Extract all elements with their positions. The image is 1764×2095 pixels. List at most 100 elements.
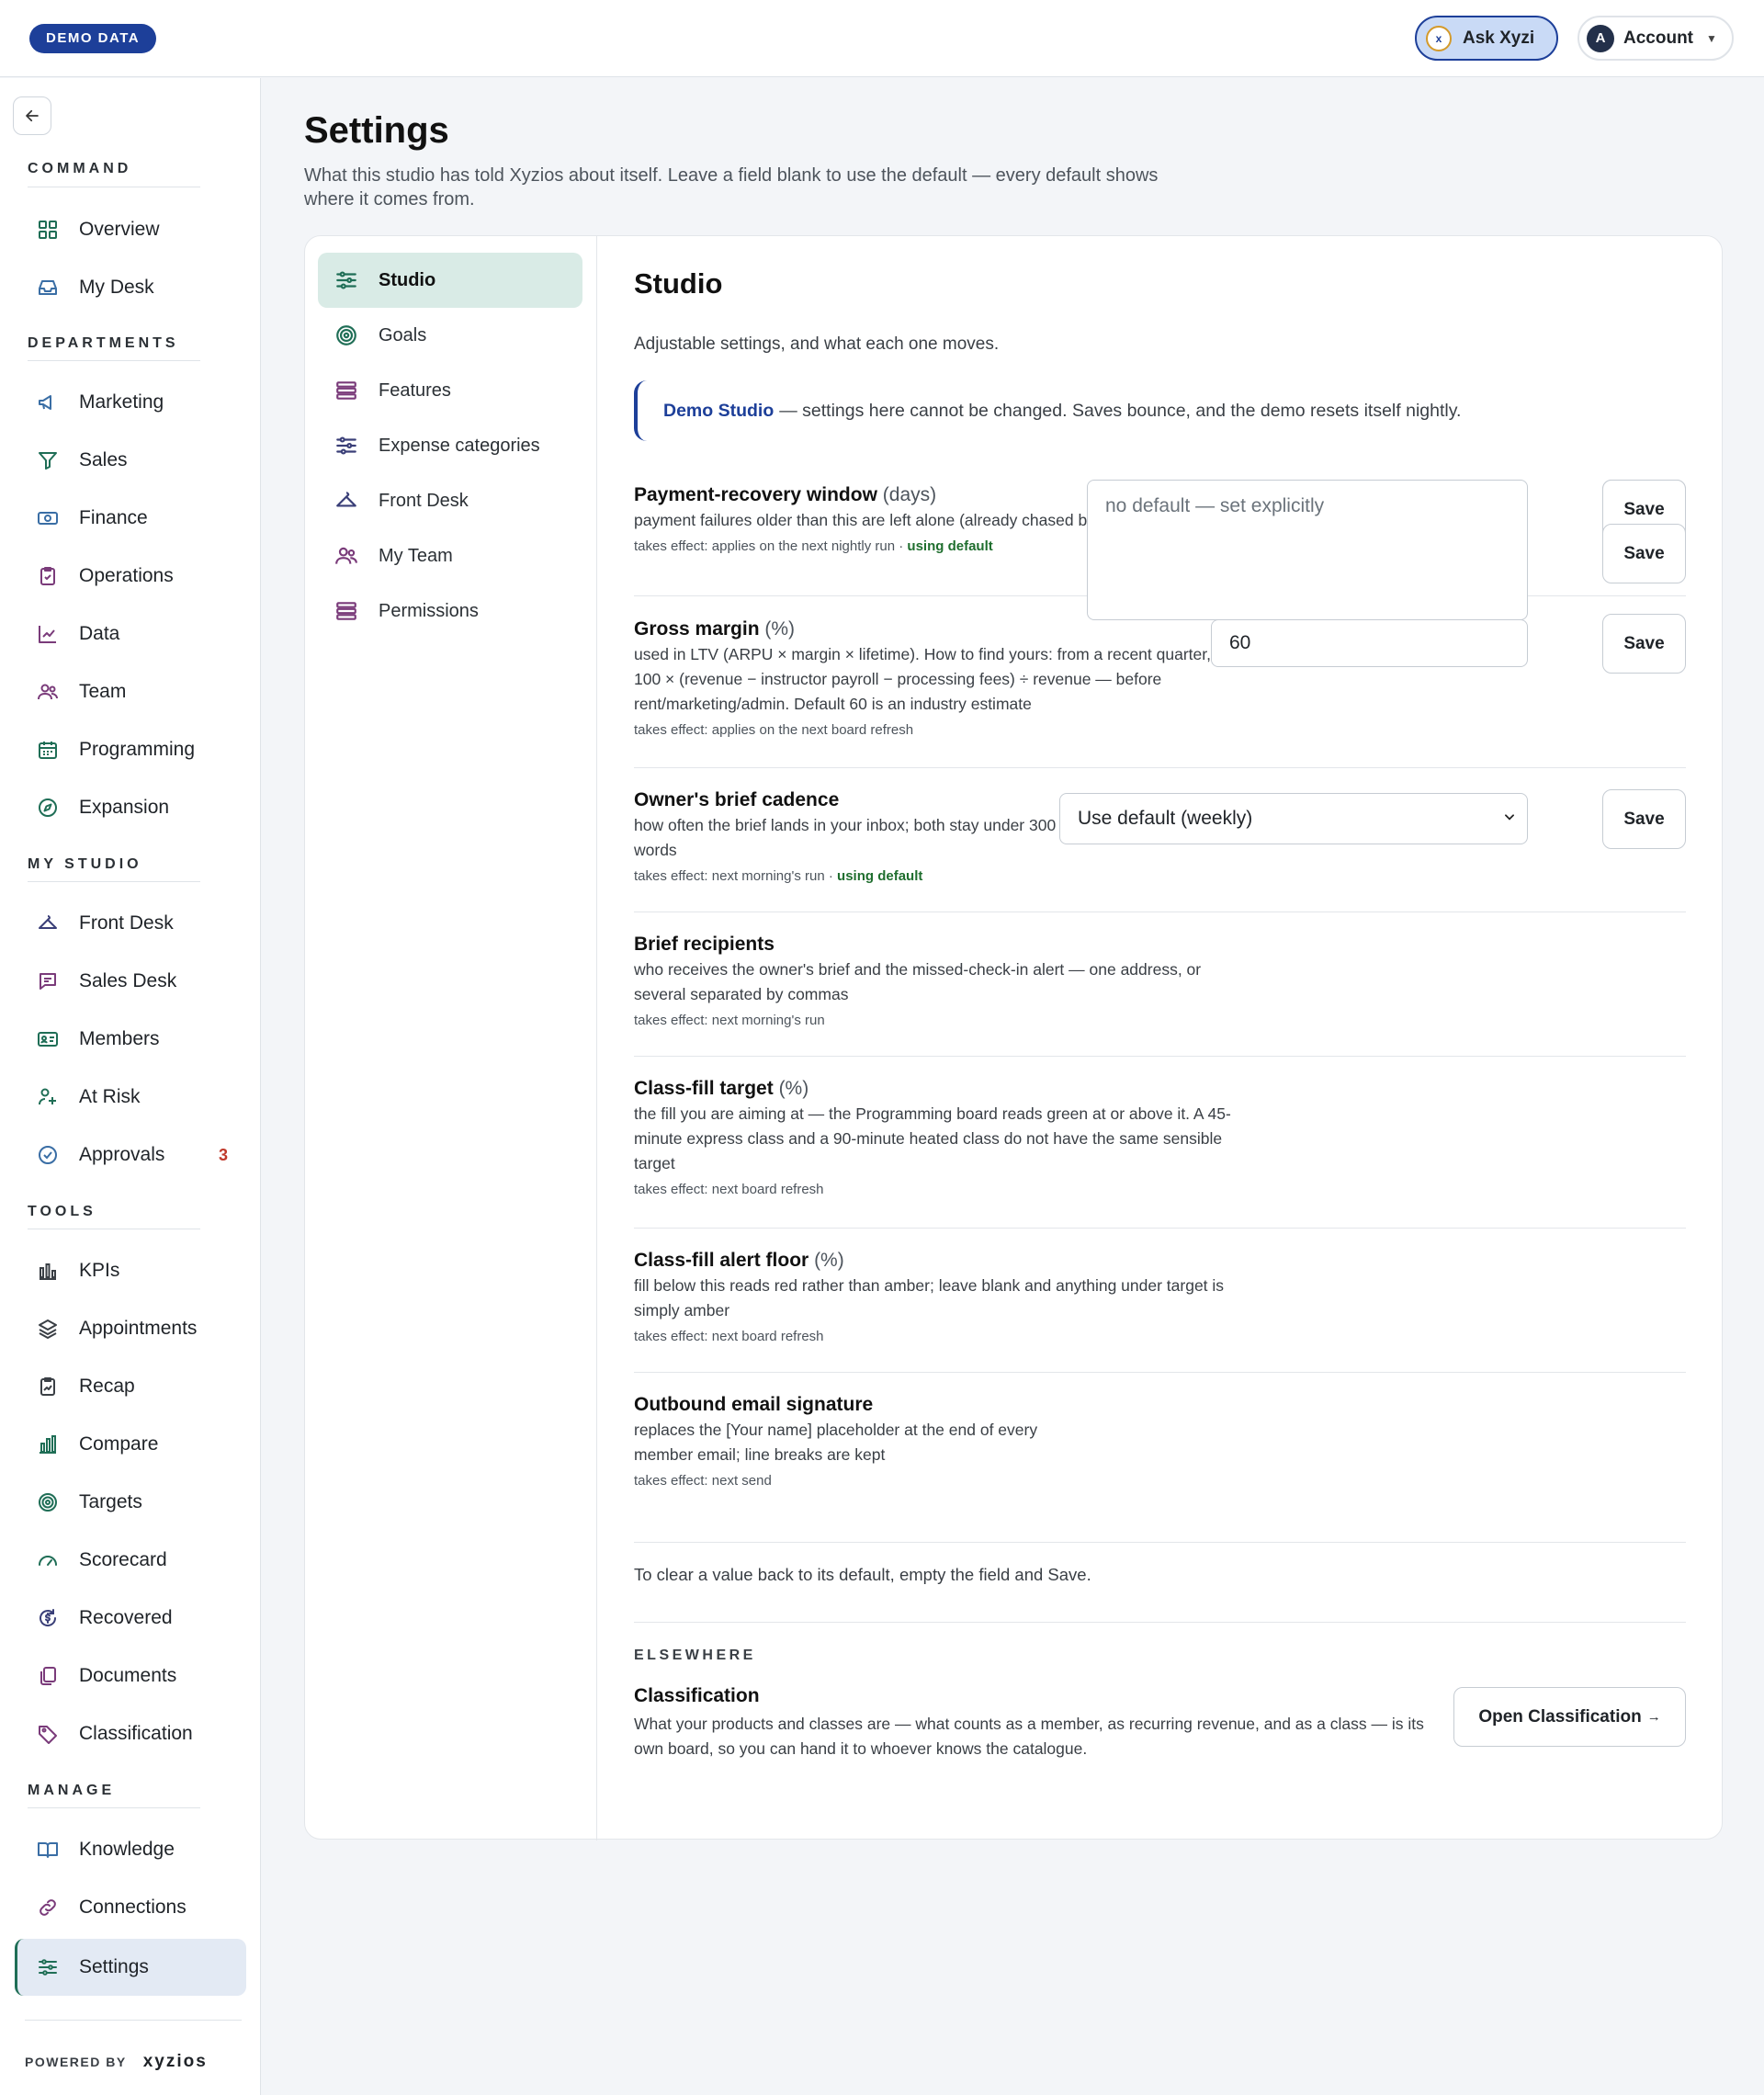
save-button[interactable]: Save [1602, 789, 1686, 849]
target-icon [336, 325, 356, 345]
section-command: COMMAND [28, 161, 132, 176]
save-button[interactable]: Save [1602, 614, 1686, 674]
subnav-expense-categories[interactable]: Expense categories [318, 418, 582, 473]
setting-row-class-fill-target: Class-fill target (%) the fill you are a… [634, 481, 1686, 1229]
sidebar-item-kpis[interactable]: KPIs [15, 1244, 246, 1297]
sidebar-item-label: Programming [79, 739, 196, 760]
sidebar-item-label: Connections [79, 1897, 187, 1918]
setting-label: Owner's brief cadence [634, 789, 840, 810]
brief-cadence-select[interactable]: Use default (weekly) [1059, 793, 1528, 844]
sidebar-item-label: Scorecard [79, 1549, 167, 1570]
subnav-front-desk[interactable]: Front Desk [318, 473, 582, 528]
section-rule [28, 360, 200, 361]
save-button[interactable]: Save [1602, 524, 1686, 583]
sidebar-item-settings[interactable]: Settings [15, 1939, 246, 1996]
sidebar-item-label: Front Desk [79, 912, 174, 934]
sidebar-item-classification[interactable]: Classification [15, 1707, 246, 1761]
subnav-goals[interactable]: Goals [318, 308, 582, 363]
open-classification-button[interactable]: Open Classification → [1453, 1687, 1686, 1747]
setting-row-brief-recipients: Brief recipients who receives the owner'… [634, 480, 1686, 1057]
sidebar-item-sales[interactable]: Sales [15, 434, 246, 487]
section-rule [28, 1807, 200, 1808]
sidebar-item-label: Finance [79, 507, 148, 528]
subnav-label: Goals [379, 324, 427, 345]
sidebar-item-label: Appointments [79, 1318, 198, 1339]
sidebar-item-label: At Risk [79, 1086, 141, 1107]
sidebar-item-programming[interactable]: Programming [15, 723, 246, 776]
collapse-sidebar-button[interactable] [13, 96, 51, 135]
funnel-icon [39, 452, 57, 470]
page-title: Settings [304, 110, 449, 151]
sidebar-item-approvals[interactable]: Approvals 3 [15, 1128, 246, 1182]
setting-description: replaces the [Your name] placeholder at … [634, 1421, 1038, 1464]
setting-description: the fill you are aiming at — the Program… [634, 1104, 1231, 1172]
setting-row-brief-cadence: Owner's brief cadence how often the brie… [634, 768, 1686, 912]
ask-xyzi-button[interactable]: x Ask Xyzi [1415, 16, 1558, 61]
subnav-label: Studio [379, 269, 436, 290]
compass-icon [39, 798, 57, 817]
divider [634, 1622, 1686, 1623]
sidebar-item-label: Sales Desk [79, 970, 177, 991]
sidebar-item-finance[interactable]: Finance [15, 492, 246, 545]
elsewhere-label: ELSEWHERE [634, 1648, 756, 1663]
setting-label: Gross margin (%) [634, 618, 796, 640]
sidebar-item-data[interactable]: Data [15, 607, 246, 661]
sidebar-item-at-risk[interactable]: At Risk [15, 1070, 246, 1124]
subnav-my-team[interactable]: My Team [318, 528, 582, 583]
setting-effect: takes effect: applies on the next board … [634, 722, 914, 738]
setting-effect: takes effect: next board refresh [634, 1329, 824, 1344]
sidebar-item-documents[interactable]: Documents [15, 1649, 246, 1703]
sidebar-item-connections[interactable]: Connections [15, 1881, 246, 1934]
gross-margin-input[interactable] [1211, 619, 1528, 667]
subnav-studio[interactable]: Studio [318, 253, 582, 308]
calendar-icon [39, 742, 57, 759]
email-signature-textarea[interactable] [1087, 480, 1528, 620]
sidebar-item-label: KPIs [79, 1260, 120, 1281]
setting-label: Class-fill alert floor (%) [634, 1250, 844, 1271]
sidebar-item-my-desk[interactable]: My Desk [15, 261, 246, 314]
sidebar-item-expansion[interactable]: Expansion [15, 781, 246, 834]
grid-icon [39, 221, 57, 239]
link-icon [40, 1899, 56, 1916]
files-icon [40, 1667, 56, 1685]
sidebar-item-label: Overview [79, 219, 160, 240]
sidebar-item-marketing[interactable]: Marketing [15, 376, 246, 429]
setting-label: Brief recipients [634, 934, 775, 955]
sidebar-item-recovered[interactable]: Recovered [15, 1591, 246, 1645]
chevron-down-icon [1505, 814, 1514, 821]
sidebar-item-overview[interactable]: Overview [15, 203, 246, 256]
sidebar-item-targets[interactable]: Targets [15, 1476, 246, 1529]
subnav-features[interactable]: Features [318, 363, 582, 418]
demo-data-badge: DEMO DATA [29, 24, 157, 53]
setting-row-gross-margin: Gross margin (%) used in LTV (ARPU × mar… [634, 596, 1686, 768]
sidebar-item-operations[interactable]: Operations [15, 549, 246, 603]
classification-title: Classification [634, 1685, 760, 1706]
hanger-icon [39, 915, 57, 929]
open-classification-label: Open Classification [1478, 1706, 1642, 1727]
sidebar-item-sales-desk[interactable]: Sales Desk [15, 955, 246, 1008]
account-menu-button[interactable]: A Account ▼ [1577, 16, 1734, 61]
sidebar-item-recap[interactable]: Recap [15, 1360, 246, 1413]
section-manage: MANAGE [28, 1783, 116, 1798]
subnav-label: Features [379, 379, 451, 401]
classification-description: What your products and classes are — wha… [634, 1715, 1424, 1758]
avatar: A [1587, 24, 1614, 52]
sidebar-item-front-desk[interactable]: Front Desk [15, 897, 246, 950]
sidebar-item-label: Operations [79, 565, 174, 586]
top-bar: DEMO DATA x Ask Xyzi A Account ▼ [0, 0, 1764, 77]
subnav-permissions[interactable]: Permissions [318, 583, 582, 639]
sidebar-item-knowledge[interactable]: Knowledge [15, 1823, 246, 1876]
setting-description: how often the brief lands in your inbox;… [634, 816, 1057, 859]
sidebar-item-appointments[interactable]: Appointments [15, 1302, 246, 1355]
sidebar-item-label: My Desk [79, 277, 154, 298]
message-square-icon [40, 973, 56, 990]
setting-effect: takes effect: next morning's run [634, 1013, 825, 1028]
sidebar-item-team[interactable]: Team [15, 665, 246, 719]
sidebar-item-scorecard[interactable]: Scorecard [15, 1534, 246, 1587]
sidebar-item-members[interactable]: Members [15, 1013, 246, 1066]
clipboard-check-icon [40, 567, 55, 585]
demo-notice: Demo Studio — settings here cannot be ch… [634, 380, 1645, 441]
sidebar-item-label: Compare [79, 1433, 159, 1455]
inbox-icon [39, 280, 57, 295]
sidebar-item-compare[interactable]: Compare [15, 1418, 246, 1471]
